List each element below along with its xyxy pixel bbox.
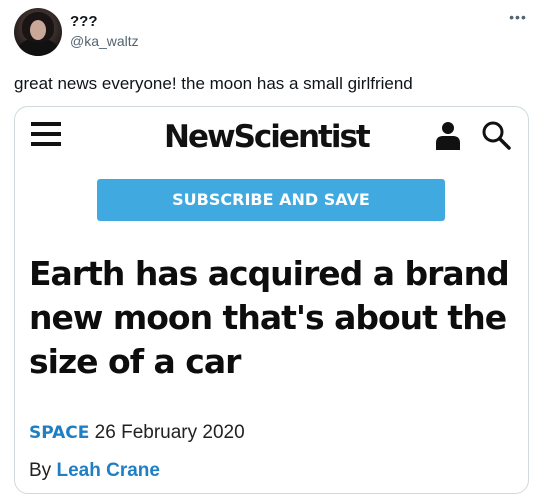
more-options-icon[interactable]: •••	[505, 8, 531, 30]
tweet-text: great news everyone! the moon has a smal…	[14, 74, 413, 93]
tweet-header: ??? @ka_waltz •••	[0, 0, 542, 64]
display-name[interactable]: ???	[70, 13, 98, 31]
avatar-face-shape	[30, 20, 46, 40]
category-link[interactable]: SPACE	[29, 423, 89, 443]
user-handle[interactable]: @ka_waltz	[70, 32, 139, 50]
article-byline: By Leah Crane	[29, 459, 160, 483]
user-icon[interactable]	[435, 121, 461, 151]
author-link[interactable]: Leah Crane	[56, 460, 159, 481]
brand-logo[interactable]: NewScientist	[164, 117, 371, 157]
menu-icon[interactable]	[31, 122, 61, 150]
link-preview-card[interactable]: NewScientist SUBSCRIBE AND SAVE Earth ha…	[14, 106, 529, 494]
article-headline[interactable]: Earth has acquired a brand new moon that…	[29, 252, 519, 384]
byline-prefix: By	[29, 460, 52, 481]
article-date: 26 February 2020	[94, 422, 245, 443]
search-icon[interactable]	[481, 120, 511, 150]
article-meta: SPACE 26 February 2020	[29, 421, 245, 445]
avatar[interactable]	[14, 8, 62, 56]
subscribe-button[interactable]: SUBSCRIBE AND SAVE	[97, 179, 445, 221]
